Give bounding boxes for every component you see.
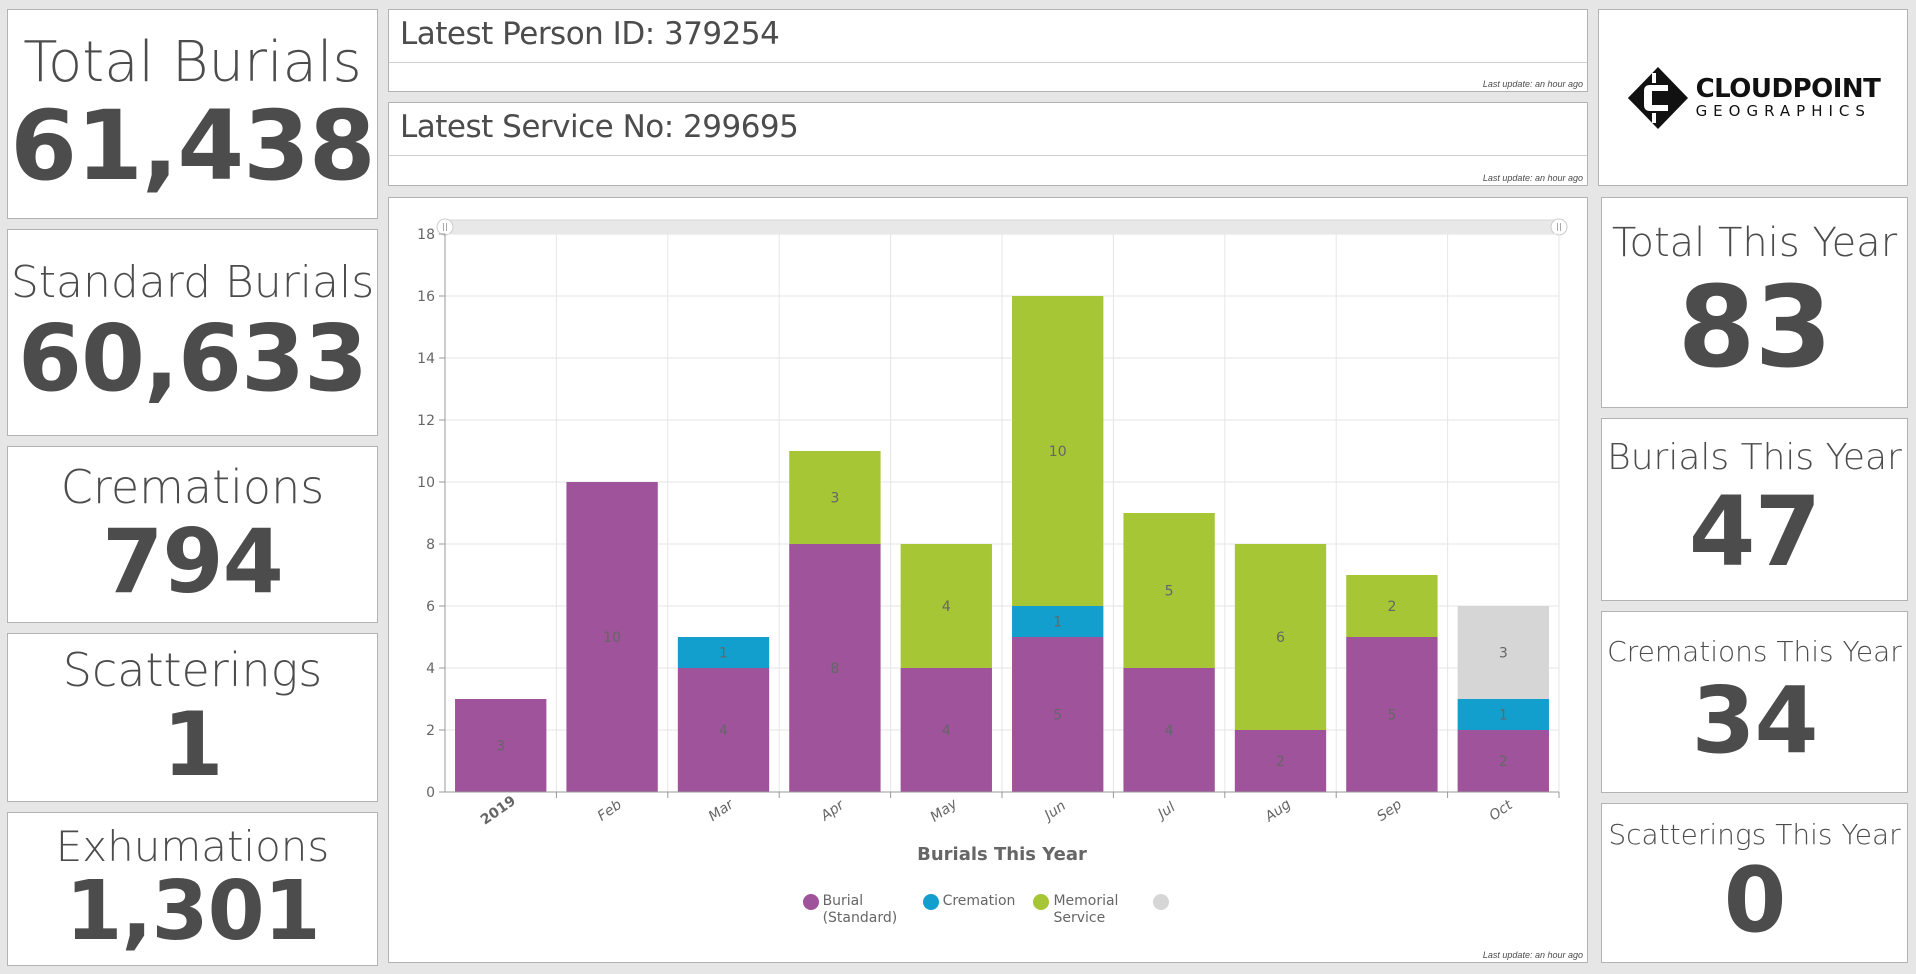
legend-swatch-icon [922, 894, 939, 910]
stat-label: Exhumations [55, 821, 330, 871]
x-tick-label: Feb [595, 797, 625, 825]
y-tick-label: 14 [417, 351, 435, 367]
stat-label: Scatterings [62, 643, 323, 698]
x-tick-label: Jul [1153, 799, 1179, 824]
latest-person-panel: Latest Person ID: 379254 Last update: an… [388, 9, 1588, 92]
stat-value: 794 [102, 509, 284, 613]
stat-card-burials-this-year: Burials This Year 47 [1601, 418, 1908, 601]
bar-data-label: 5 [1387, 708, 1396, 724]
latest-service-title: Latest Service No: 299695 [400, 109, 799, 145]
x-tick-label: Aug [1262, 796, 1294, 825]
bar-data-label: 1 [1499, 708, 1508, 724]
bar-data-label: 4 [942, 599, 951, 615]
bar-data-label: 5 [1165, 584, 1174, 600]
bar-data-label: 2 [1276, 754, 1285, 770]
y-tick-label: 18 [417, 227, 435, 243]
x-tick-label: Jun [1039, 798, 1069, 825]
legend-swatch-icon [1033, 894, 1050, 910]
stacked-bar-chart: 0246810121416183201910Feb41Mar83Apr44May… [417, 218, 1568, 865]
x-tick-label: Oct [1486, 797, 1515, 824]
y-tick-label: 6 [426, 599, 435, 615]
stat-label: Total This Year [1611, 219, 1898, 266]
bar-data-label: 5 [1053, 708, 1062, 724]
bar-data-label: 10 [603, 630, 621, 646]
stat-card-scatterings-this-year: Scatterings This Year 0 [1601, 803, 1908, 963]
stat-card-scatterings: Scatterings 1 [7, 633, 378, 802]
legend-label: Memorial Service [1053, 893, 1119, 926]
divider [389, 62, 1587, 63]
y-tick-label: 10 [417, 475, 435, 491]
stat-label: Cremations [60, 460, 325, 515]
chart-legend: Burial (Standard) Cremation Memorial Servi… [389, 893, 1587, 927]
stat-value: 1,301 [65, 864, 320, 960]
legend-item[interactable]: Cremation [922, 893, 1016, 927]
bar-data-label: 4 [1165, 723, 1174, 739]
stat-card-cremations-this-year: Cremations This Year 34 [1601, 611, 1908, 793]
y-tick-label: 8 [426, 537, 435, 553]
bar-data-label: 1 [1053, 615, 1062, 631]
stat-value: 60,633 [17, 304, 368, 412]
stat-card-total-burials: Total Burials 61,438 [7, 9, 378, 219]
burials-chart-panel: 0 2 4 6 8 10 12 14 16 18 3 2019 10 Feb 4 1 Mar 8 3 Apr 4 4 May… [388, 197, 1588, 963]
bar-data-label: 1 [719, 646, 728, 662]
stat-label: Scatterings This Year [1608, 818, 1901, 852]
bar-data-label: 10 [1049, 444, 1067, 460]
stat-value: 47 [1688, 476, 1822, 589]
stat-card-cremations: Cremations 794 [7, 446, 378, 623]
legend-label: Cremation [942, 893, 1016, 909]
latest-person-title: Latest Person ID: 379254 [400, 16, 780, 52]
legend-swatch-icon [1153, 894, 1170, 910]
stat-value: 61,438 [10, 90, 375, 203]
stat-card-standard-burials: Standard Burials 60,633 [7, 229, 378, 436]
company-logo: CLOUDPOINT GEOGRAPHICS [1625, 65, 1881, 131]
bar-data-label: 8 [830, 661, 839, 677]
stat-label: Cremations This Year [1607, 635, 1902, 669]
x-tick-label: May [928, 795, 961, 825]
logo-wordmark: CLOUDPOINT [1695, 74, 1881, 104]
legend-label: Burial (Standard) [822, 893, 898, 926]
last-update-text: Last update: an hour ago [1482, 173, 1583, 183]
chart-scrollbar[interactable] [444, 219, 1560, 235]
bar-data-label: 3 [1499, 646, 1508, 662]
x-tick-label: Sep [1374, 797, 1405, 825]
legend-item[interactable] [1153, 893, 1173, 927]
stat-value: 0 [1723, 847, 1787, 953]
last-update-text: Last update: an hour ago [1482, 79, 1583, 89]
bar-data-label: 3 [830, 491, 839, 507]
bar-data-label: 2 [1387, 599, 1396, 615]
scrollbar-handle-left[interactable] [436, 218, 454, 236]
bar-data-label: 2 [1499, 754, 1508, 770]
legend-item[interactable]: Burial (Standard) [802, 893, 905, 927]
scrollbar-handle-right[interactable] [1550, 218, 1568, 236]
y-tick-label: 2 [426, 723, 435, 739]
bar-data-label: 6 [1276, 630, 1285, 646]
stat-value: 34 [1691, 666, 1818, 774]
bar-data-label: 4 [942, 723, 951, 739]
legend-swatch-icon [802, 894, 819, 910]
logo-subtitle: GEOGRAPHICS [1695, 102, 1871, 120]
divider [389, 155, 1587, 156]
stat-card-exhumations: Exhumations 1,301 [7, 812, 378, 966]
y-tick-label: 16 [417, 289, 435, 305]
y-tick-label: 0 [426, 785, 435, 801]
y-tick-label: 4 [426, 661, 435, 677]
bar-data-label: 4 [719, 723, 728, 739]
y-tick-label: 12 [417, 413, 435, 429]
latest-service-panel: Latest Service No: 299695 Last update: a… [388, 102, 1588, 186]
logo-panel: CLOUDPOINT GEOGRAPHICS [1598, 9, 1908, 186]
last-update-text: Last update: an hour ago [1482, 950, 1583, 960]
legend-item[interactable]: Memorial Service [1033, 893, 1135, 927]
stat-value: 83 [1677, 262, 1833, 393]
x-axis-title: Burials This Year [917, 844, 1087, 865]
stat-label: Burials This Year [1607, 436, 1902, 478]
stat-value: 1 [162, 692, 223, 796]
stat-card-total-this-year: Total This Year 83 [1601, 197, 1908, 408]
cloudpoint-logo-icon [1625, 66, 1688, 129]
stat-label: Standard Burials [10, 257, 375, 309]
x-tick-label: Mar [706, 796, 738, 825]
x-tick-label: Apr [817, 797, 848, 825]
x-tick-label: 2019 [478, 793, 519, 828]
stat-label: Total Burials [23, 29, 362, 95]
bar-data-label: 3 [496, 739, 505, 755]
